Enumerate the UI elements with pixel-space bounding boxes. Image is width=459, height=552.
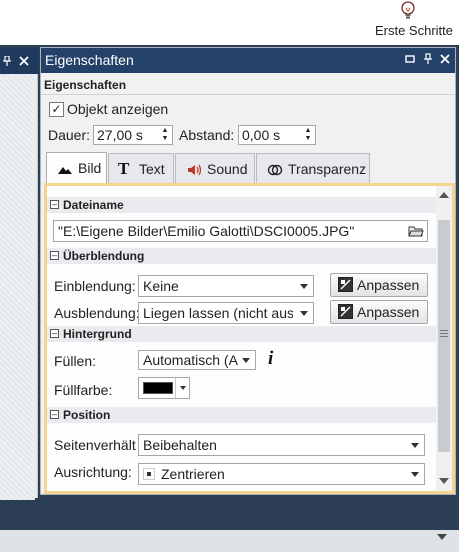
fill-color-label: Füllfarbe:: [54, 382, 113, 398]
collapse-icon[interactable]: –: [50, 200, 59, 209]
chevron-down-icon: [180, 386, 186, 390]
section-title: Dateiname: [63, 198, 124, 212]
customize-icon: [338, 277, 353, 292]
section-background-header[interactable]: – Hintergrund: [47, 326, 436, 342]
lightbulb-icon: [401, 1, 415, 19]
transparency-icon: [267, 164, 283, 176]
stepper-arrows-icon[interactable]: ▲ ▼: [303, 127, 313, 143]
tab-label: Sound: [207, 161, 248, 177]
fill-value: Automatisch (A: [143, 352, 238, 368]
dropdown-icon[interactable]: [404, 53, 416, 65]
fill-color-picker[interactable]: [138, 377, 190, 399]
section-title: Position: [63, 408, 111, 422]
info-icon[interactable]: i: [268, 348, 273, 370]
button-label: Anpassen: [357, 304, 420, 320]
button-label: Anpassen: [357, 277, 420, 293]
panel-title: Eigenschaften: [45, 52, 134, 68]
spacing-stepper[interactable]: 0,00 s ▲ ▼: [238, 125, 316, 145]
tab-sound[interactable]: Sound: [175, 153, 255, 184]
duration-value: 27,00 s: [97, 127, 143, 143]
duration-stepper[interactable]: 27,00 s ▲ ▼: [93, 125, 173, 145]
fade-out-value: Liegen lassen (nicht ausb: [143, 305, 293, 321]
section-title: Hintergrund: [63, 327, 132, 341]
tab-label: Transparenz: [288, 161, 367, 177]
chevron-down-icon: [411, 443, 419, 448]
divider: [41, 94, 455, 95]
pin-icon[interactable]: [422, 53, 434, 65]
fade-in-dropdown[interactable]: Keine: [138, 275, 314, 297]
speaker-icon: [188, 164, 202, 176]
section-subtitle: Eigenschaften: [44, 78, 127, 92]
align-center-icon: [143, 468, 155, 480]
chevron-down-icon: [242, 358, 250, 363]
duration-label: Dauer:: [48, 127, 91, 143]
scrollbar-thumb[interactable]: [438, 220, 450, 452]
show-object-label: Objekt anzeigen: [67, 101, 169, 117]
image-icon: [58, 167, 72, 174]
text-icon: T: [118, 159, 130, 178]
tab-label: Text: [139, 161, 165, 177]
color-swatch: [143, 382, 173, 394]
close-icon[interactable]: [19, 56, 29, 66]
section-position-header[interactable]: – Position: [47, 407, 436, 423]
section-title: Überblendung: [63, 249, 145, 263]
spacing-label: Abstand:: [179, 127, 235, 143]
getting-started-label: Erste Schritte: [374, 23, 453, 38]
filename-field[interactable]: "E:\Eigene Bilder\Emilio Galotti\DSCI000…: [53, 220, 428, 242]
left-panel-body: [0, 74, 38, 500]
fade-in-customize-button[interactable]: Anpassen: [330, 273, 428, 297]
fade-out-label: Ausblendung:: [54, 305, 140, 321]
chevron-down-icon: [300, 284, 308, 289]
tab-label: Bild: [78, 160, 102, 176]
panel-header: Eigenschaften: [41, 48, 455, 73]
show-object-checkbox[interactable]: ✓: [49, 102, 64, 117]
customize-icon: [338, 304, 353, 319]
tab-transparenz[interactable]: Transparenz: [256, 153, 370, 184]
vertical-scrollbar[interactable]: [436, 186, 452, 491]
folder-open-icon[interactable]: [408, 224, 424, 238]
close-icon[interactable]: [439, 53, 451, 65]
alignment-value: Zentrieren: [161, 466, 225, 482]
tab-bar: Bild T Text Sound Transparenz: [46, 152, 451, 185]
fade-out-customize-button[interactable]: Anpassen: [330, 300, 428, 324]
pin-icon[interactable]: [2, 56, 12, 66]
tab-text[interactable]: T Text: [108, 153, 174, 184]
getting-started-button[interactable]: Erste Schritte: [363, 0, 453, 45]
chevron-down-icon: [300, 311, 308, 316]
scroll-up-icon[interactable]: [439, 192, 449, 198]
collapse-icon[interactable]: –: [50, 410, 59, 419]
collapse-icon[interactable]: –: [50, 251, 59, 260]
divider: [175, 378, 176, 398]
alignment-dropdown[interactable]: Zentrieren: [138, 463, 425, 485]
aspect-label: Seitenverhält: [54, 437, 136, 453]
fade-in-value: Keine: [143, 278, 179, 294]
top-strip: Erste Schritte: [0, 0, 459, 45]
spacing-value: 0,00 s: [242, 127, 281, 143]
filename-value: "E:\Eigene Bilder\Emilio Galotti\DSCI000…: [58, 223, 355, 239]
section-filename-header[interactable]: – Dateiname: [47, 197, 436, 213]
left-panel-header: [0, 48, 38, 74]
collapse-icon[interactable]: –: [50, 329, 59, 338]
properties-panel: Eigenschaften Eigenschaften ✓ Objekt anz…: [40, 47, 456, 495]
fill-label: Füllen:: [54, 353, 97, 369]
fade-out-dropdown[interactable]: Liegen lassen (nicht ausb: [138, 302, 314, 324]
scroll-down-icon[interactable]: [439, 478, 449, 484]
section-blending-header[interactable]: – Überblendung: [47, 248, 436, 264]
chevron-down-icon: [411, 472, 419, 477]
tab-bild[interactable]: Bild: [46, 152, 107, 185]
fill-dropdown[interactable]: Automatisch (A: [138, 350, 256, 370]
aspect-value: Beibehalten: [143, 437, 217, 453]
alignment-label: Ausrichtung:: [54, 464, 132, 480]
stepper-arrows-icon[interactable]: ▲ ▼: [160, 127, 170, 143]
left-panel-canvas: [0, 76, 35, 500]
left-panel: [0, 45, 38, 500]
tab-content: – Dateiname "E:\Eigene Bilder\Emilio Gal…: [44, 183, 455, 494]
aspect-dropdown[interactable]: Beibehalten: [138, 434, 425, 456]
scroll-down-icon[interactable]: [437, 534, 447, 540]
fade-in-label: Einblendung:: [54, 278, 136, 294]
bottom-scrollbar[interactable]: [0, 530, 459, 552]
